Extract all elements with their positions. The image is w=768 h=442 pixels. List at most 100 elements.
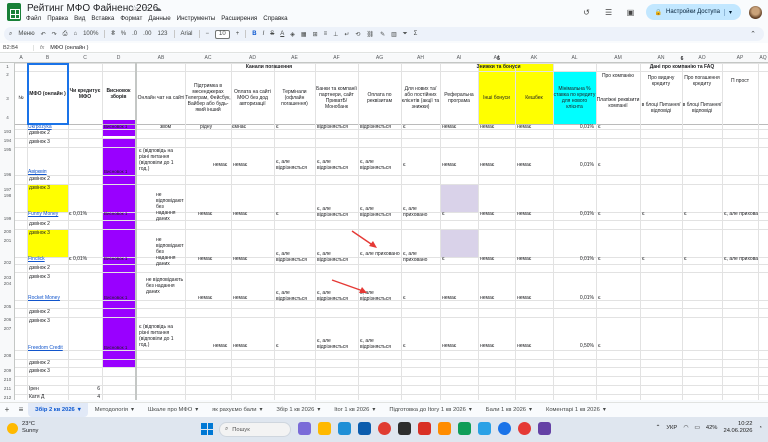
row-header[interactable]: 200 (0, 229, 15, 234)
merge-icon[interactable]: ⊞ (313, 31, 318, 38)
telegram-icon[interactable] (478, 422, 491, 435)
cell-ae[interactable]: є, але відрізняється (276, 251, 314, 263)
header-ab[interactable]: Онлайн чат на сайті (137, 71, 185, 124)
header-ao-faq[interactable]: в блоці Питання/відповіді (640, 91, 682, 124)
referral-cell[interactable] (440, 229, 478, 257)
rating-cell[interactable] (102, 229, 135, 272)
header-ad[interactable]: Оплата на сайті МФО без дод авторизації (231, 71, 274, 124)
row-header[interactable]: 211 (0, 386, 15, 391)
header-ag[interactable]: Оплата по реквізитам (358, 71, 401, 124)
cell-ap[interactable]: є (684, 211, 720, 217)
cell-ac[interactable]: немає (213, 343, 230, 349)
fill-color-icon[interactable]: ◈ (290, 31, 295, 38)
strikethrough-button[interactable]: S (270, 31, 274, 37)
comment-icon[interactable]: ✎ (380, 31, 385, 38)
cell-ao[interactable]: є (642, 256, 680, 262)
cell-ai[interactable]: немає (442, 295, 477, 301)
group-number-5[interactable]: 5 (401, 55, 596, 63)
number-format-button[interactable]: 123 (158, 31, 168, 37)
col-header-ae[interactable]: AE (274, 55, 315, 61)
mfo-link[interactable]: Rocket Money (28, 295, 68, 301)
col-header-b[interactable]: B (27, 55, 68, 61)
cell-af[interactable]: є, але відрізняється (317, 159, 357, 171)
bold-button[interactable]: B (252, 31, 256, 37)
chevron-down-icon[interactable]: ▾ (723, 8, 732, 16)
col-header-a[interactable]: A (15, 55, 27, 61)
call-2-label[interactable]: дзвінок 2 (29, 309, 67, 315)
avatar[interactable] (749, 5, 762, 19)
cell-ae[interactable]: є, але відрізняється (276, 159, 314, 171)
row-header[interactable]: 202 (0, 260, 15, 265)
row-header[interactable]: 196 (0, 172, 15, 177)
row-header[interactable]: 3 (0, 96, 15, 101)
font-size-input[interactable]: 10 (215, 29, 230, 39)
cell-al[interactable]: 0,01% (555, 295, 594, 301)
header-ak[interactable]: Кешбек (515, 71, 553, 124)
tab-methodology[interactable]: Методологія ▾ (88, 403, 141, 417)
cell-ai[interactable]: немає (442, 343, 477, 349)
chart-icon[interactable]: ▥ (391, 31, 397, 38)
cell-al[interactable]: 0,01% (555, 211, 594, 217)
cell-al[interactable]: 0,50% (555, 343, 594, 349)
menu-format[interactable]: Формат (120, 15, 142, 22)
tab-prep-q1[interactable]: Підготовка до Itoгу 1 кв 2026 ▾ (382, 403, 478, 417)
header-ap-faq[interactable]: в блоці Питання/відповіді (682, 91, 722, 124)
paint-format-icon[interactable]: ⌂ (73, 31, 77, 37)
share-button[interactable]: 🔒 Настройки Доступа ▾ (645, 4, 741, 20)
app-icon[interactable] (458, 422, 471, 435)
referral-cell[interactable] (440, 184, 478, 212)
cell-ah[interactable]: є (403, 295, 439, 301)
row-header[interactable]: 2 (0, 72, 15, 77)
summary-label[interactable]: Ірен (29, 386, 67, 392)
align-icon[interactable]: ≡ (324, 31, 328, 37)
cell-ap[interactable]: є (684, 256, 720, 262)
tab-result-q1[interactable]: Itoг 1 кв 2026 ▾ (327, 403, 382, 417)
clock[interactable]: 10:22 24.06.2026 (723, 421, 752, 435)
group-number-6[interactable]: 6 (596, 55, 768, 63)
cell-ad[interactable]: немає (233, 295, 273, 301)
move-folder-icon[interactable]: ▭ (142, 4, 154, 13)
cell-ai[interactable]: немає (442, 124, 477, 130)
increase-decimal-button[interactable]: .00 (143, 31, 151, 37)
call-2-label[interactable]: дзвінок 2 (29, 360, 67, 366)
cell-am[interactable]: є (598, 295, 638, 301)
header-num[interactable]: № (15, 71, 27, 124)
call-3-label[interactable]: дзвінок 3 (29, 368, 67, 374)
cell-aj[interactable]: немає (480, 211, 514, 217)
file-explorer-icon[interactable] (318, 422, 331, 435)
row-header[interactable]: 207 (0, 326, 15, 331)
cell-ac[interactable]: немає (198, 256, 228, 262)
call-2-label[interactable]: дзвінок 2 (29, 221, 67, 227)
chevron-down-icon[interactable]: ▾ (78, 407, 81, 413)
weather-widget[interactable]: 23°C Sunny (7, 421, 38, 435)
cell-ah[interactable]: є (403, 124, 439, 130)
cell-al[interactable]: 0,01% (555, 162, 594, 168)
menu-tools[interactable]: Инструменты (177, 15, 216, 22)
group-header-channels[interactable]: Канали погашення (137, 63, 401, 71)
sheets-logo-icon[interactable] (7, 3, 21, 21)
menu-help[interactable]: Справка (263, 15, 287, 22)
row-header[interactable]: 205 (0, 304, 15, 309)
cell-ab[interactable]: не відповідають без надання даних (146, 277, 184, 295)
row-header[interactable]: 206 (0, 317, 15, 322)
font-size-increase[interactable]: + (236, 31, 240, 37)
spreadsheet-grid[interactable]: A B C D AB AC AD AE AF AG AH AI AJ AK AL… (0, 54, 768, 400)
cell-am[interactable]: є (598, 211, 638, 217)
comments-icon[interactable]: ☰ (602, 5, 616, 19)
cell-ae[interactable]: є (276, 124, 314, 130)
cell-ab[interactable]: є (відповідь на різні питання (відповіли… (139, 148, 184, 172)
cell-ai[interactable]: є (442, 211, 477, 217)
cell-af[interactable]: є, але відрізняється (317, 338, 357, 350)
header-credit[interactable]: Чи кредитує МФО (68, 63, 102, 124)
text-color-button[interactable]: A (280, 31, 284, 37)
tab-mfo-info[interactable]: Шкале про МФО ▾ (141, 403, 205, 417)
tab-active[interactable]: Збір 2 кв 2026 ▾ (28, 402, 88, 417)
app-l-icon[interactable] (418, 422, 431, 435)
valign-icon[interactable]: ⊥ (333, 31, 338, 38)
row-header[interactable]: 193 (0, 129, 15, 134)
cell-ac[interactable]: немає (198, 295, 228, 301)
cell-ai[interactable]: є (442, 256, 477, 262)
cell-ag[interactable]: є, але приховано (360, 251, 400, 257)
filter-icon[interactable]: ⏷ (403, 31, 408, 38)
cell-ad[interactable]: немає (233, 211, 273, 217)
